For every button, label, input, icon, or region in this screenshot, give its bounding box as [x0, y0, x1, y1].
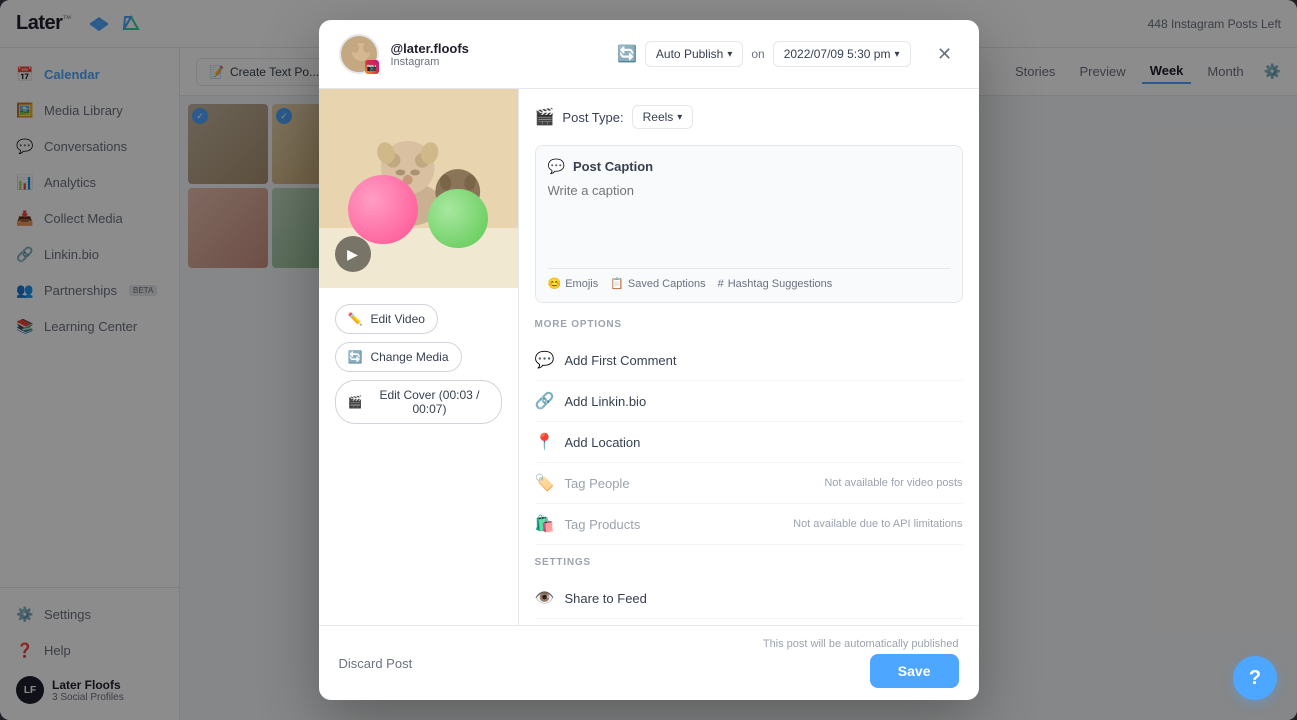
share-feed-label: Share to Feed	[565, 591, 647, 606]
right-panel: 🎬 Post Type: Reels ▾ 💬 Post Caption	[519, 89, 979, 625]
caption-header: 💬 Post Caption	[548, 158, 950, 175]
modal-footer: Discard Post This post will be automatic…	[319, 625, 979, 700]
edit-cover-icon: 🎬	[348, 395, 363, 409]
saved-captions-tool[interactable]: 📋 Saved Captions	[610, 277, 705, 290]
emojis-tool[interactable]: 😊 Emojis	[548, 277, 599, 290]
save-label: Save	[898, 663, 931, 679]
caption-toolbar: 😊 Emojis 📋 Saved Captions # Hashtag Sugg…	[548, 268, 950, 290]
location-label: Add Location	[565, 435, 641, 450]
add-first-comment-row[interactable]: 💬 Add First Comment	[535, 340, 963, 381]
left-panel: ▶ ✏️ Edit Video 🔄 Change Media 🎬 Edit Co…	[319, 89, 519, 625]
change-media-icon: 🔄	[348, 350, 363, 364]
edit-cover-button[interactable]: 🎬 Edit Cover (00:03 / 00:07)	[335, 380, 502, 424]
schedule-date-select[interactable]: 2022/07/09 5:30 pm ▾	[773, 41, 911, 67]
edit-video-button[interactable]: ✏️ Edit Video	[335, 304, 438, 334]
edit-cover-label: Edit Cover (00:03 / 00:07)	[370, 388, 488, 416]
tag-people-note: Not available for video posts	[824, 477, 962, 489]
date-chevron-icon: ▾	[894, 49, 899, 60]
hashtag-icon: #	[718, 278, 724, 290]
tag-people-label: Tag People	[565, 476, 630, 491]
first-comment-label: Add First Comment	[565, 353, 677, 368]
saved-captions-label: Saved Captions	[628, 278, 706, 290]
post-editor-modal: 📷 @later.floofs Instagram 🔄 Auto Publish…	[319, 20, 979, 700]
add-location-row[interactable]: 📍 Add Location	[535, 422, 963, 463]
publish-mode-label: Auto Publish	[656, 47, 723, 61]
caption-section: 💬 Post Caption 😊 Emojis 📋 Saved Captions	[535, 145, 963, 303]
tag-people-icon: 🏷️	[535, 473, 555, 493]
edit-video-label: Edit Video	[370, 312, 425, 326]
post-type-icon: 🎬	[535, 107, 555, 127]
linkin-bio-option-icon: 🔗	[535, 391, 555, 411]
emoji-icon: 😊	[548, 277, 562, 290]
share-feed-icon: 👁️	[535, 588, 555, 608]
caption-input[interactable]	[548, 183, 950, 263]
hashtag-label: Hashtag Suggestions	[728, 278, 833, 290]
linkin-bio-option-label: Add Linkin.bio	[565, 394, 647, 409]
publish-controls: 🔄 Auto Publish ▾ on 2022/07/09 5:30 pm ▾	[617, 41, 911, 67]
save-button[interactable]: Save	[870, 654, 959, 688]
media-preview: ▶	[319, 89, 518, 288]
close-modal-button[interactable]: ✕	[931, 40, 959, 68]
profile-avatar-container: 📷	[339, 34, 379, 74]
post-type-row: 🎬 Post Type: Reels ▾	[535, 105, 963, 129]
tag-products-label: Tag Products	[565, 517, 641, 532]
modal-header: 📷 @later.floofs Instagram 🔄 Auto Publish…	[319, 20, 979, 89]
hashtag-suggestions-tool[interactable]: # Hashtag Suggestions	[718, 277, 833, 290]
tag-products-note: Not available due to API limitations	[793, 518, 962, 530]
caption-title: Post Caption	[573, 159, 653, 174]
profile-platform: Instagram	[391, 56, 469, 68]
help-button[interactable]: ?	[1233, 656, 1277, 700]
settings-section-label: SETTINGS	[535, 557, 963, 568]
emojis-label: Emojis	[565, 278, 598, 290]
first-comment-icon: 💬	[535, 350, 555, 370]
on-label: on	[751, 47, 764, 61]
profile-info: @later.floofs Instagram	[391, 41, 469, 68]
chevron-down-icon: ▾	[727, 49, 732, 60]
caption-icon: 💬	[548, 158, 565, 175]
share-to-feed-row[interactable]: 👁️ Share to Feed	[535, 578, 963, 619]
add-linkin-bio-row[interactable]: 🔗 Add Linkin.bio	[535, 381, 963, 422]
post-type-chevron-icon: ▾	[677, 112, 682, 123]
media-actions: ✏️ Edit Video 🔄 Change Media 🎬 Edit Cove…	[319, 288, 518, 440]
publish-mode-select[interactable]: Auto Publish ▾	[645, 41, 743, 67]
modal-overlay: 📷 @later.floofs Instagram 🔄 Auto Publish…	[0, 0, 1297, 720]
modal-body: ▶ ✏️ Edit Video 🔄 Change Media 🎬 Edit Co…	[319, 89, 979, 625]
help-icon: ?	[1249, 667, 1261, 690]
tag-people-row: 🏷️ Tag People Not available for video po…	[535, 463, 963, 504]
ball-green	[428, 189, 488, 249]
post-type-select[interactable]: Reels ▾	[632, 105, 694, 129]
change-media-button[interactable]: 🔄 Change Media	[335, 342, 462, 372]
publish-icon: 🔄	[617, 44, 637, 64]
footer-right: This post will be automatically publishe…	[763, 638, 959, 688]
discard-post-button[interactable]: Discard Post	[339, 656, 413, 671]
post-type-value: Reels	[643, 110, 674, 124]
profile-name: @later.floofs	[391, 41, 469, 56]
post-type-label: Post Type:	[562, 110, 623, 125]
tag-products-row: 🛍️ Tag Products Not available due to API…	[535, 504, 963, 545]
instagram-badge: 📷	[365, 60, 379, 74]
play-button[interactable]: ▶	[335, 236, 371, 272]
saved-captions-icon: 📋	[610, 277, 624, 290]
close-icon: ✕	[937, 44, 952, 65]
discard-label: Discard Post	[339, 656, 413, 671]
tag-products-icon: 🛍️	[535, 514, 555, 534]
ball-pink	[348, 175, 418, 245]
auto-publish-note: This post will be automatically publishe…	[763, 638, 959, 650]
schedule-date-label: 2022/07/09 5:30 pm	[784, 47, 891, 61]
location-icon: 📍	[535, 432, 555, 452]
change-media-label: Change Media	[370, 350, 448, 364]
more-options-label: MORE OPTIONS	[535, 319, 963, 330]
edit-video-icon: ✏️	[348, 312, 363, 326]
